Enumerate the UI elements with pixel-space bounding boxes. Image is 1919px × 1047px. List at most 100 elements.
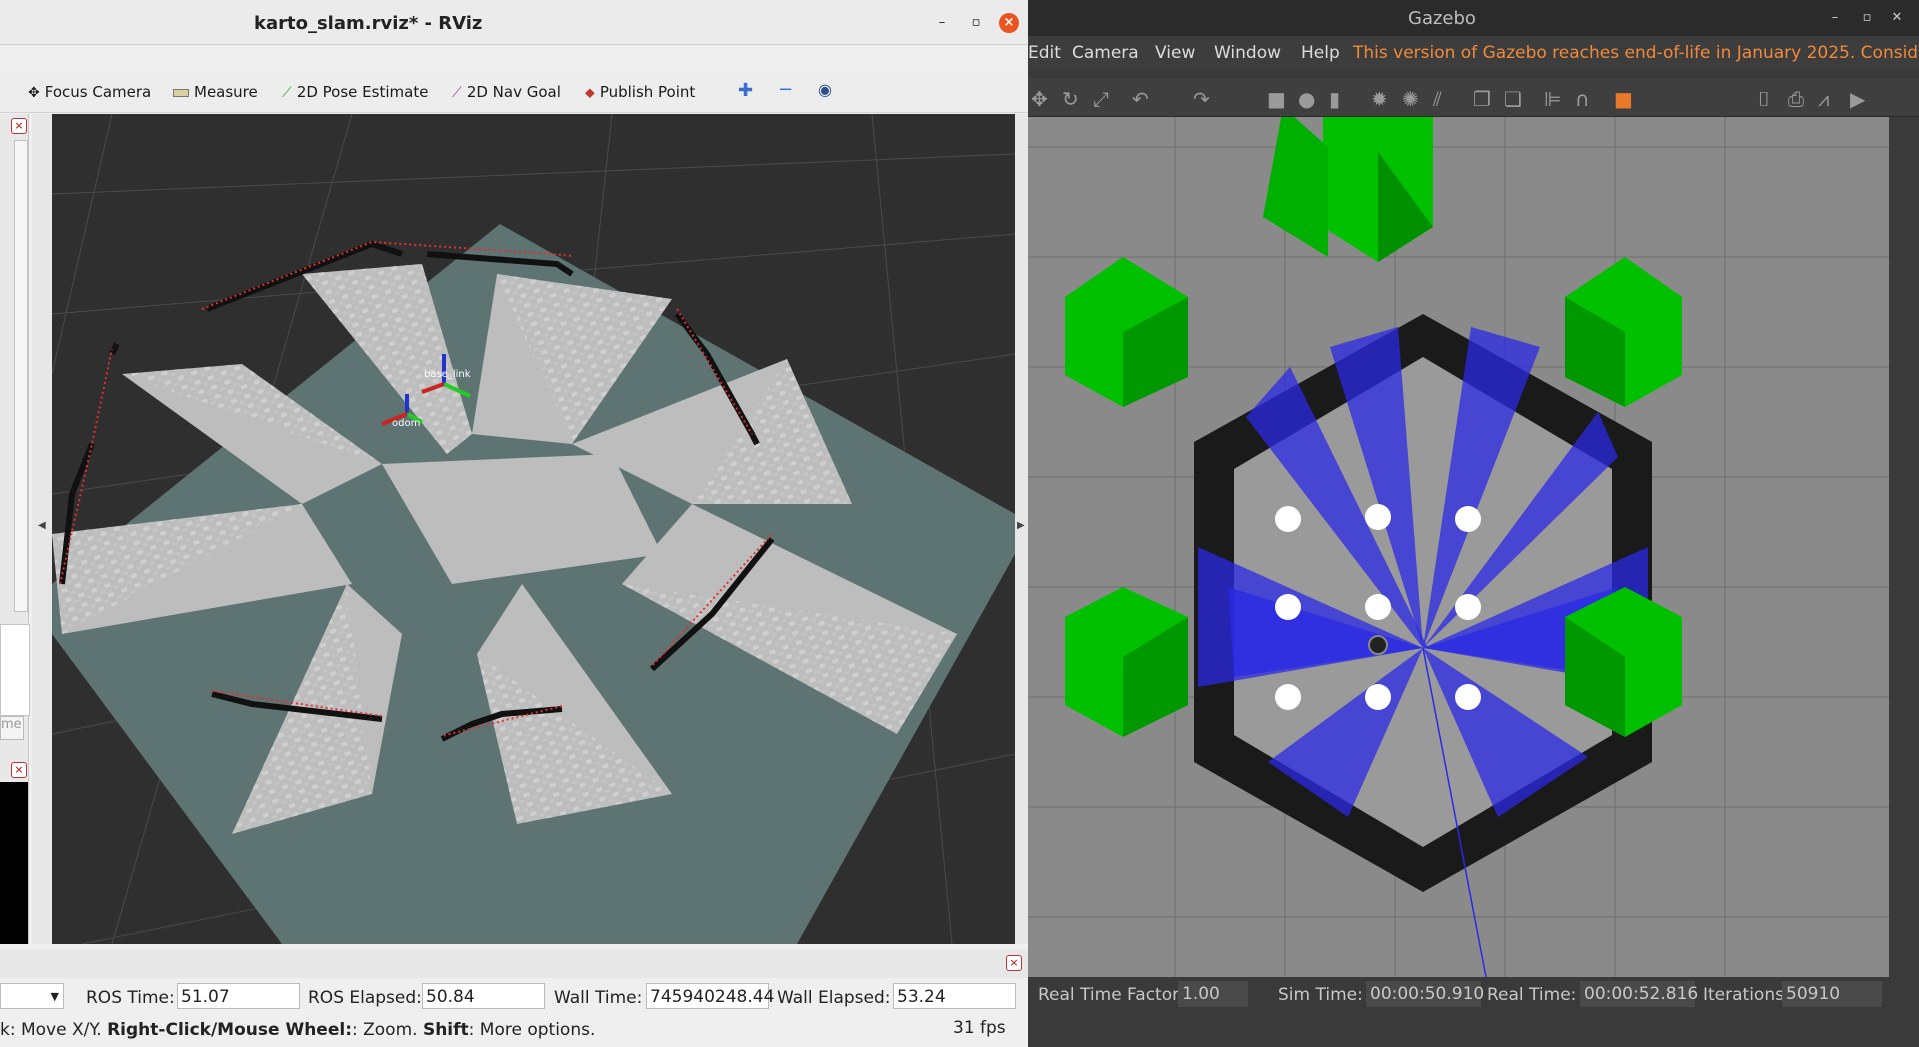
base-link-label: base_link xyxy=(424,369,471,380)
ros-time-field[interactable]: 51.07 xyxy=(177,983,300,1009)
nav-goal-button[interactable]: ⟋ 2D Nav Goal xyxy=(452,83,561,101)
record-video-icon[interactable]: ▶ xyxy=(1850,87,1865,111)
gazebo-title: Gazebo xyxy=(1408,8,1476,29)
odom-label: odom xyxy=(392,418,420,429)
map-render: base_link odom xyxy=(52,114,1015,944)
screenshot-icon[interactable]: ⌷ xyxy=(1758,87,1770,111)
rviz-titlebar: karto_slam.rviz* - RViz – ▫ × xyxy=(0,0,1028,45)
time-panel: ▼ ROS Time: 51.07 ROS Elapsed: 50.84 Wal… xyxy=(0,978,1028,1016)
green-arrow-icon: ⟋ xyxy=(282,85,292,101)
panel-close-icon-2[interactable]: × xyxy=(11,762,27,778)
menu-camera[interactable]: Camera xyxy=(1072,43,1139,63)
spot-light-icon[interactable]: ✺ xyxy=(1402,87,1419,111)
real-time-value: 00:00:52.816 xyxy=(1580,981,1698,1007)
time-panel-close-icon[interactable]: × xyxy=(1006,955,1022,971)
align-icon[interactable]: ⊫ xyxy=(1544,87,1561,111)
sim-time-label: Sim Time: xyxy=(1278,985,1363,1005)
left-splitter[interactable]: ◀ xyxy=(32,114,52,944)
undo-icon[interactable]: ↶ xyxy=(1132,87,1149,111)
hint-part2: : Zoom. xyxy=(352,1020,423,1040)
panel-scrollbar[interactable] xyxy=(14,140,28,612)
point-light-icon[interactable]: ✹ xyxy=(1371,87,1388,111)
translate-icon[interactable]: ✥ xyxy=(1031,87,1048,111)
remove-tool-icon[interactable]: − xyxy=(778,79,793,100)
panel-close-icon[interactable]: × xyxy=(11,118,27,134)
wall-elapsed-field[interactable]: 53.24 xyxy=(893,983,1016,1009)
publish-point-button[interactable]: ⬥ Publish Point xyxy=(585,83,695,101)
wall-time-label: Wall Time: xyxy=(554,988,643,1008)
displays-panel-strip: × me × xyxy=(0,114,30,944)
add-tool-icon[interactable]: ✚ xyxy=(738,80,753,101)
directional-light-icon[interactable]: ⫽ xyxy=(1433,87,1442,111)
gazebo-toolbar: ✥ ↻ ⤢ ↶ ↷ ■ ● ▮ ✹ ✺ ⫽ ❐ ❏ ⊫ ∩ ■ ⌷ ⎙ ⩘ ▶ xyxy=(1028,78,1919,117)
collapse-right-icon[interactable]: ▶ xyxy=(1017,520,1025,531)
time-panel-header: × xyxy=(0,950,1028,980)
ros-time-label: ROS Time: xyxy=(86,988,175,1008)
redo-icon[interactable]: ↷ xyxy=(1193,87,1210,111)
collapse-left-icon[interactable]: ◀ xyxy=(38,520,46,531)
right-splitter[interactable]: ▶ xyxy=(1015,114,1028,944)
gazebo-right-splitter[interactable] xyxy=(1889,117,1919,977)
snap-icon[interactable]: ∩ xyxy=(1575,87,1590,111)
cylinder-icon[interactable]: ▮ xyxy=(1329,87,1340,111)
copy-icon[interactable]: ❐ xyxy=(1473,87,1491,111)
iterations-value: 50910 xyxy=(1782,981,1882,1007)
menu-help[interactable]: Help xyxy=(1301,43,1340,63)
menu-edit[interactable]: Edit xyxy=(1028,43,1061,63)
robot xyxy=(1368,635,1388,655)
rtf-value: 1.00 xyxy=(1178,981,1248,1007)
rviz-3d-viewport[interactable]: base_link odom xyxy=(52,114,1015,944)
status-hint: k: Move X/Y. Right-Click/Mouse Wheel:: Z… xyxy=(0,1016,1028,1047)
measure-label: Measure xyxy=(194,83,258,101)
gazebo-close-icon[interactable]: ✕ xyxy=(1888,9,1906,27)
hint-part1: k: Move X/Y. xyxy=(0,1020,108,1040)
hint-part3: : More options. xyxy=(468,1020,596,1040)
rviz-window: karto_slam.rviz* - RViz – ▫ × ✥ Focus Cam… xyxy=(0,0,1028,1047)
log-icon[interactable]: ⎙ xyxy=(1788,87,1804,111)
eol-notice: This version of Gazebo reaches end-of-li… xyxy=(1353,43,1919,63)
sphere-icon[interactable]: ● xyxy=(1298,87,1315,111)
gazebo-minimize-icon[interactable]: – xyxy=(1826,9,1844,27)
box-icon[interactable]: ■ xyxy=(1267,87,1286,111)
time-mode-select[interactable]: ▼ xyxy=(0,983,64,1009)
scale-icon[interactable]: ⤢ xyxy=(1093,87,1109,111)
rviz-title: karto_slam.rviz* - RViz xyxy=(254,13,483,34)
pose-estimate-button[interactable]: ⟋ 2D Pose Estimate xyxy=(282,83,428,101)
close-icon[interactable]: × xyxy=(999,13,1019,33)
sim-time-value: 00:00:50.910 xyxy=(1366,981,1484,1007)
menu-window[interactable]: Window xyxy=(1214,43,1281,63)
rtf-label: Real Time Factor: xyxy=(1038,985,1185,1005)
gazebo-window: Gazebo – ▫ ✕ Edit Camera View Window Hel… xyxy=(1028,0,1919,1047)
gazebo-menubar: Edit Camera View Window Help This versio… xyxy=(1028,36,1919,70)
rotate-icon[interactable]: ↻ xyxy=(1062,87,1079,111)
maximize-icon[interactable]: ▫ xyxy=(967,14,985,32)
focus-camera-label: Focus Camera xyxy=(44,83,152,101)
ros-elapsed-field[interactable]: 50.84 xyxy=(422,983,545,1009)
iterations-label: Iterations: xyxy=(1703,985,1790,1005)
gazebo-scene xyxy=(1028,117,1889,977)
publish-point-label: Publish Point xyxy=(599,83,696,101)
gazebo-3d-view[interactable] xyxy=(1028,117,1889,977)
fps-counter: 31 fps xyxy=(953,1018,1006,1038)
focus-camera-button[interactable]: ✥ Focus Camera xyxy=(28,83,151,101)
pin-icon: ⬥ xyxy=(585,85,595,101)
wall-time-field[interactable]: 745940248.44 xyxy=(646,983,774,1009)
change-view-icon[interactable]: ■ xyxy=(1614,87,1633,111)
hint-text: k: Move X/Y. Right-Click/Mouse Wheel:: Z… xyxy=(0,1020,595,1040)
rviz-toolbar: ✥ Focus Camera Measure ⟋ 2D Pose Estimate … xyxy=(0,72,1028,113)
real-time-label: Real Time: xyxy=(1487,985,1577,1005)
menu-view[interactable]: View xyxy=(1155,43,1195,63)
hint-bold2: Shift xyxy=(422,1020,469,1040)
paste-icon[interactable]: ❏ xyxy=(1504,87,1522,111)
measure-button[interactable]: Measure xyxy=(173,83,258,101)
gazebo-statusbar: Real Time Factor: 1.00 Sim Time: 00:00:5… xyxy=(1028,978,1919,1010)
wall-elapsed-label: Wall Elapsed: xyxy=(777,988,891,1008)
gazebo-titlebar: Gazebo – ▫ ✕ xyxy=(1028,0,1919,36)
gazebo-maximize-icon[interactable]: ▫ xyxy=(1858,9,1876,27)
plot-icon[interactable]: ⩘ xyxy=(1818,87,1829,111)
hint-bold1: Right-Click/Mouse Wheel: xyxy=(107,1020,352,1040)
tool-properties-icon[interactable]: ◉ xyxy=(818,80,832,99)
chevron-down-icon: ▼ xyxy=(50,990,59,1003)
side-button[interactable]: me xyxy=(0,716,24,740)
minimize-icon[interactable]: – xyxy=(933,14,951,32)
